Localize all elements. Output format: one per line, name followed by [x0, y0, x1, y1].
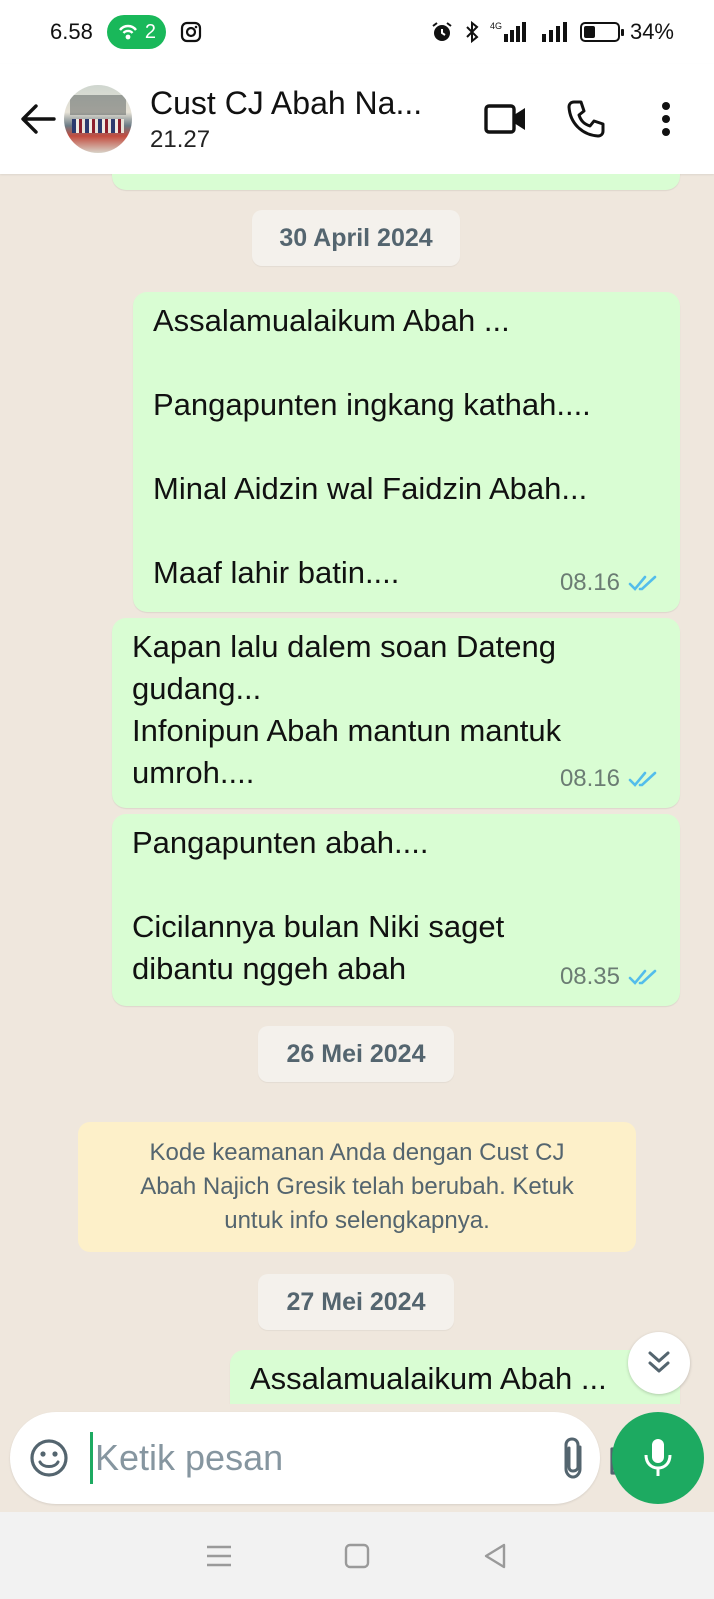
more-options-button[interactable]	[636, 89, 696, 149]
message-meta: 08.16	[560, 562, 662, 604]
notice-line: untuk info selengkapnya.	[224, 1207, 490, 1234]
menu-lines-icon	[207, 1545, 231, 1566]
emoji-button[interactable]	[28, 1433, 70, 1483]
date-label: 30 April 2024	[279, 223, 433, 252]
microphone-icon	[644, 1439, 672, 1476]
date-label: 27 Mei 2024	[286, 1287, 426, 1316]
double-check-icon	[628, 969, 657, 985]
paperclip-icon	[564, 1437, 582, 1479]
double-check-icon	[628, 575, 657, 591]
security-code-notice[interactable]: Kode keamanan Anda dengan Cust CJ Abah N…	[78, 1122, 636, 1252]
back-arrow-icon	[21, 104, 56, 134]
message-time: 08.16	[559, 765, 620, 792]
battery-percent: 34%	[629, 19, 674, 44]
message-line: Assalamualaikum Abah ...	[153, 303, 510, 338]
phone-icon	[567, 100, 605, 138]
message-line	[153, 426, 660, 468]
notice-line: Abah Najich Gresik telah berubah. Ketuk	[140, 1173, 574, 1200]
message-time: 17.07	[568, 174, 628, 188]
message-bubble[interactable]: Pangapunten abah.... Cicilannya bulan Ni…	[112, 814, 680, 1006]
attach-button[interactable]	[560, 1433, 586, 1483]
message-line: Assalamualaikum Abah ...	[250, 1361, 607, 1396]
message-time: 08.35	[559, 963, 620, 990]
status-time: 6.58	[50, 19, 93, 44]
message-bubble[interactable]: Kapan lalu dalem soan Dateng gudang... I…	[112, 618, 680, 808]
video-camera-icon	[484, 104, 525, 134]
message-bubble[interactable]: Assalamualaikum Abah ... Pangapunten ing…	[133, 292, 680, 612]
alarm-icon	[432, 22, 452, 41]
message-input[interactable]	[90, 1432, 560, 1484]
double-check-icon	[636, 174, 662, 175]
date-separator: 30 April 2024	[252, 210, 460, 266]
status-bar: 6.58 2 4G 34%	[0, 0, 714, 64]
signal-icon	[541, 22, 567, 42]
notice-line: Kode keamanan Anda dengan Cust CJ	[149, 1139, 565, 1166]
more-vertical-icon	[662, 102, 670, 136]
double-check-icon	[628, 771, 657, 787]
date-label: 26 Mei 2024	[286, 1039, 426, 1068]
back-nav-button[interactable]	[470, 1531, 520, 1581]
battery-icon	[579, 22, 624, 42]
message-composer	[10, 1412, 648, 1504]
home-button[interactable]	[332, 1531, 382, 1581]
svg-text:4G: 4G	[490, 21, 502, 31]
contact-name: Cust CJ Abah Na...	[150, 84, 423, 121]
chevron-double-down-icon	[648, 1351, 670, 1373]
hotspot-icon	[118, 24, 137, 40]
chat-header: Cust CJ Abah Na... 21.27	[0, 64, 714, 174]
message-bubble-previous[interactable]: 17.07	[112, 174, 680, 190]
message-line	[132, 864, 660, 906]
message-time: 08.16	[559, 569, 620, 596]
signal-4g-icon: 4G	[490, 21, 526, 42]
hotspot-indicator: 2	[106, 15, 166, 49]
message-line: Infonipun Abah mantun mantuk	[132, 713, 562, 748]
message-line	[153, 510, 660, 552]
message-bubble[interactable]: Assalamualaikum Abah ...	[230, 1350, 680, 1404]
voice-message-button[interactable]	[612, 1412, 704, 1504]
message-line	[153, 342, 660, 384]
system-navigation-bar	[0, 1512, 714, 1599]
message-line: gudang...	[132, 671, 262, 706]
recent-apps-button[interactable]	[194, 1531, 244, 1581]
instagram-icon	[180, 21, 202, 43]
message-line: Pangapunten ingkang kathah....	[153, 387, 591, 422]
message-meta: 08.35	[560, 956, 662, 998]
back-button[interactable]	[18, 99, 58, 139]
message-meta: 08.16	[560, 758, 662, 800]
video-call-button[interactable]	[476, 89, 536, 149]
voice-call-button[interactable]	[556, 89, 616, 149]
message-line: Pangapunten abah....	[132, 825, 429, 860]
message-meta: 17.07	[568, 174, 662, 188]
chat-area[interactable]: 17.07 30 April 2024 Assalamualaikum Abah…	[0, 174, 714, 1404]
hotspot-count: 2	[144, 20, 156, 43]
message-line: Kapan lalu dalem soan Dateng	[132, 629, 556, 664]
message-line: Cicilannya bulan Niki saget	[132, 909, 505, 944]
home-square-icon	[344, 1543, 370, 1568]
last-seen: 21.27	[150, 125, 211, 153]
contact-info[interactable]: Cust CJ Abah Na... 21.27	[150, 85, 456, 154]
avatar[interactable]	[64, 85, 132, 153]
bluetooth-icon	[466, 20, 479, 44]
date-separator: 27 Mei 2024	[258, 1274, 454, 1330]
emoji-icon	[30, 1439, 68, 1477]
back-triangle-icon	[484, 1543, 506, 1568]
battery-fill	[583, 26, 595, 38]
date-separator: 26 Mei 2024	[258, 1026, 454, 1082]
scroll-to-bottom-button[interactable]	[628, 1332, 690, 1394]
message-line: Minal Aidzin wal Faidzin Abah...	[153, 471, 588, 506]
